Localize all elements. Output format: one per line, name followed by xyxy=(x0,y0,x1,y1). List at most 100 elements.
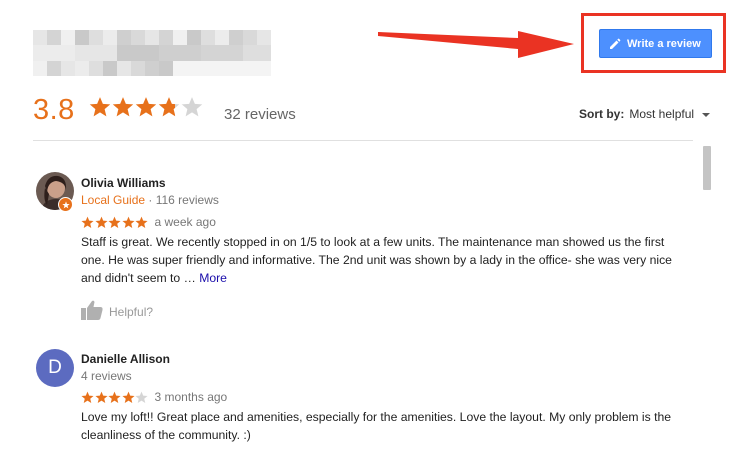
star-icon xyxy=(81,391,94,403)
redaction-tile xyxy=(47,60,61,76)
redaction-tile xyxy=(187,60,201,76)
review-stars-row: a week ago xyxy=(81,215,216,229)
star-icon xyxy=(108,216,121,228)
star-icon xyxy=(89,97,111,117)
redaction-tile xyxy=(159,45,173,61)
caret-down-icon xyxy=(702,113,711,117)
reviewer-review-count: 4 reviews xyxy=(81,369,132,383)
review-text: Staff is great. We recently stopped in o… xyxy=(81,233,681,287)
star-icon xyxy=(181,97,203,117)
local-guide-badge-icon xyxy=(58,197,73,212)
more-link[interactable]: More xyxy=(199,271,227,285)
redaction-tile xyxy=(201,45,215,61)
redaction-tile xyxy=(201,60,215,76)
star-icon xyxy=(81,216,94,228)
redaction-tile xyxy=(75,60,89,76)
review-rating-stars xyxy=(81,216,149,229)
write-review-label: Write a review xyxy=(627,37,701,50)
write-review-button[interactable]: Write a review xyxy=(599,29,712,58)
reviewer-review-count: · 116 reviews xyxy=(148,193,219,207)
redaction-tile xyxy=(103,45,117,61)
review-stars-row: 3 months ago xyxy=(81,390,227,404)
redaction-tile xyxy=(131,30,145,46)
redaction-tile xyxy=(47,45,61,61)
redaction-tile xyxy=(103,30,117,46)
redaction-tile xyxy=(75,30,89,46)
star-icon xyxy=(135,97,157,117)
redaction-tile xyxy=(243,45,257,61)
reviewer-name[interactable]: Danielle Allison xyxy=(81,352,170,366)
scrollbar-track[interactable] xyxy=(700,143,714,472)
review-rating-stars xyxy=(81,391,149,404)
star-icon xyxy=(135,216,148,228)
average-rating: 3.8 xyxy=(33,94,75,126)
redaction-tile xyxy=(257,30,271,46)
redaction-tile xyxy=(89,60,103,76)
redaction-tile xyxy=(61,45,75,61)
reviewer-meta: Local Guide · 116 reviews xyxy=(81,193,219,207)
redaction-tile xyxy=(117,45,131,61)
local-guide-label[interactable]: Local Guide xyxy=(81,193,145,207)
redaction-tile xyxy=(145,30,159,46)
redaction-tile xyxy=(75,45,89,61)
redaction-tile xyxy=(229,30,243,46)
star-icon xyxy=(121,216,135,228)
redaction-tile xyxy=(257,60,271,76)
redaction-tile xyxy=(33,30,47,46)
redaction-tile xyxy=(173,30,187,46)
avatar[interactable]: D xyxy=(36,349,74,387)
redaction-tile xyxy=(131,45,145,61)
scrollbar-thumb[interactable] xyxy=(703,146,711,190)
star-icon xyxy=(94,391,108,403)
review-text: Love my loft!! Great place and amenities… xyxy=(81,410,672,442)
redaction-tile xyxy=(215,30,229,46)
redaction-tile xyxy=(145,60,159,76)
review-item: Olivia Williams Local Guide · 116 review… xyxy=(36,172,686,332)
redaction-tile xyxy=(215,45,229,61)
redaction-tile xyxy=(103,60,117,76)
redaction-tile xyxy=(159,30,173,46)
average-rating-stars xyxy=(89,96,204,118)
redaction-tile xyxy=(117,30,131,46)
helpful-button[interactable]: Helpful? xyxy=(81,300,153,323)
redaction-tile xyxy=(229,60,243,76)
redaction-tile xyxy=(187,30,201,46)
redaction-tile xyxy=(47,30,61,46)
sort-label: Sort by: xyxy=(579,107,625,121)
star-icon xyxy=(94,216,108,228)
star-icon xyxy=(135,391,148,403)
redaction-tile xyxy=(131,60,145,76)
star-icon xyxy=(158,97,180,117)
review-count[interactable]: 32 reviews xyxy=(224,106,296,123)
reviewer-name[interactable]: Olivia Williams xyxy=(81,176,166,190)
redaction-tile xyxy=(201,30,215,46)
redaction-tile xyxy=(243,30,257,46)
business-name-redacted xyxy=(33,30,271,76)
redaction-tile xyxy=(187,45,201,61)
redaction-tile xyxy=(243,60,257,76)
redaction-tile xyxy=(159,60,173,76)
redaction-tile xyxy=(117,60,131,76)
redaction-tile xyxy=(89,30,103,46)
redaction-tile xyxy=(61,30,75,46)
pencil-icon xyxy=(609,38,621,50)
star-icon xyxy=(108,391,121,403)
star-icon xyxy=(121,391,135,403)
sort-value: Most helpful xyxy=(629,107,695,121)
redaction-tile xyxy=(173,45,187,61)
header-divider xyxy=(33,140,693,141)
redaction-tile xyxy=(257,45,271,61)
review-item: D Danielle Allison 4 reviews 3 months ag… xyxy=(36,349,686,459)
redaction-tile xyxy=(33,45,47,61)
redaction-tile xyxy=(33,60,47,76)
redaction-tile xyxy=(145,45,159,61)
annotation-arrow xyxy=(378,31,574,58)
thumbs-up-icon xyxy=(81,300,103,323)
redaction-tile xyxy=(61,60,75,76)
redaction-tile xyxy=(229,45,243,61)
sort-dropdown[interactable]: Sort by: Most helpful xyxy=(579,107,711,121)
redaction-tile xyxy=(89,45,103,61)
helpful-label: Helpful? xyxy=(109,304,154,319)
review-body: Staff is great. We recently stopped in o… xyxy=(81,235,672,285)
redaction-tile xyxy=(215,60,229,76)
